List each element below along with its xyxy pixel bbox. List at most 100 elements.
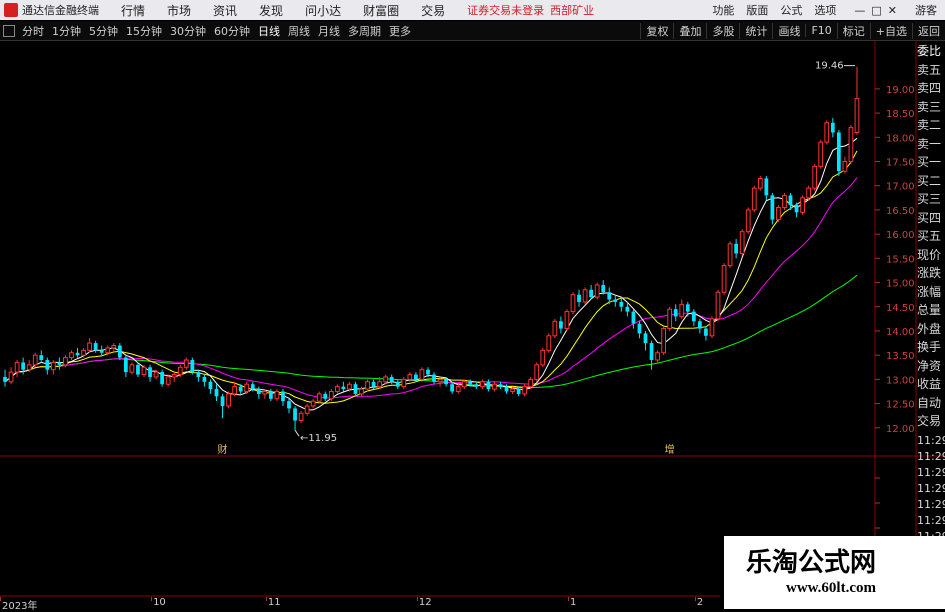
quote-field[interactable]: 买四 xyxy=(917,209,945,228)
candle-body xyxy=(824,122,830,143)
quote-field[interactable]: 卖三 xyxy=(917,98,945,117)
tick-time: 11:29 xyxy=(917,498,945,511)
options-button[interactable]: 选项 xyxy=(814,2,836,18)
quote-field[interactable]: 卖五 xyxy=(917,61,945,80)
quote-field[interactable]: 涨幅 xyxy=(917,283,945,302)
maximize-icon[interactable]: □ xyxy=(871,4,881,17)
period-tab-1min[interactable]: 1分钟 xyxy=(48,23,85,39)
y-tick-label: 16.00 xyxy=(886,230,915,241)
tool-draw[interactable]: 画线 xyxy=(772,22,805,39)
candle-body xyxy=(214,389,219,397)
app-logo-icon xyxy=(4,3,18,17)
period-tab-5min[interactable]: 5分钟 xyxy=(85,23,122,39)
candle-body xyxy=(504,386,509,392)
candle-body xyxy=(269,391,273,399)
quote-field[interactable]: 卖一 xyxy=(917,135,945,154)
menu-ask[interactable]: 问小达 xyxy=(305,2,341,19)
quote-field[interactable]: 净资 xyxy=(917,357,945,376)
tool-add-watchlist[interactable]: +自选 xyxy=(869,22,912,39)
period-tab-intraday[interactable]: 分时 xyxy=(18,23,48,39)
quote-field[interactable]: 自动 xyxy=(917,394,945,413)
period-tab-30min[interactable]: 30分钟 xyxy=(166,23,210,39)
candle-body xyxy=(401,378,407,388)
period-tab-60min[interactable]: 60分钟 xyxy=(210,23,254,39)
quote-field[interactable]: 收益 xyxy=(917,375,945,394)
candle-body xyxy=(202,376,207,382)
x-tick-mark xyxy=(151,597,153,601)
candle-body xyxy=(794,205,799,213)
candle-body xyxy=(715,291,721,320)
quote-field[interactable]: 委比 xyxy=(917,42,945,61)
chart-tools: 复权 叠加 多股 统计 画线 F10 标记 +自选 返回 xyxy=(640,21,945,40)
candle-body xyxy=(782,194,787,209)
kline-chart[interactable]: 19.46←11.95财增 19.0018.5018.0017.5017.001… xyxy=(0,0,945,609)
period-tab-weekly[interactable]: 周线 xyxy=(284,23,314,39)
layout-button[interactable]: 版面 xyxy=(746,2,768,18)
login-warning[interactable]: 证券交易未登录 xyxy=(467,2,544,18)
quote-field[interactable]: 卖四 xyxy=(917,79,945,98)
quote-field[interactable]: 买二 xyxy=(917,172,945,191)
guest-label[interactable]: 游客 xyxy=(915,2,937,18)
candle-body xyxy=(455,386,461,392)
tool-multi-stock[interactable]: 多股 xyxy=(706,22,739,39)
quote-field[interactable]: 外盘 xyxy=(917,320,945,339)
period-tab-15min[interactable]: 15分钟 xyxy=(122,23,166,39)
formula-button[interactable]: 公式 xyxy=(780,2,802,18)
chart-annotations: 19.46 ←11.95 财 增 xyxy=(218,61,855,456)
x-tick-mark xyxy=(265,597,267,601)
quote-field[interactable]: 换手 xyxy=(917,338,945,357)
menu-wealth[interactable]: 财富圈 xyxy=(363,2,399,19)
quote-field[interactable]: 交易 xyxy=(917,412,945,431)
ma20-label: MA20: 16.77 xyxy=(250,44,321,57)
period-tab-daily[interactable]: 日线 xyxy=(254,23,284,39)
ma10-line xyxy=(4,150,858,404)
candle-body xyxy=(461,381,467,388)
candle-body xyxy=(812,165,818,189)
period-tab-monthly[interactable]: 月线 xyxy=(314,23,344,39)
tool-mark[interactable]: 标记 xyxy=(836,22,870,39)
candle-body xyxy=(105,347,111,354)
title-right-area: 功能 版面 公式 选项 — □ ✕ 游客 xyxy=(712,0,945,20)
candle-body xyxy=(691,311,696,322)
quote-field[interactable]: 总量 xyxy=(917,301,945,320)
candle-body xyxy=(637,323,642,334)
close-icon[interactable]: ✕ xyxy=(888,4,897,17)
settings-icon[interactable]: ⚙ xyxy=(86,44,96,57)
tool-overlay[interactable]: 叠加 xyxy=(673,22,706,39)
candle-body xyxy=(667,308,673,330)
quote-field[interactable]: 卖二 xyxy=(917,116,945,135)
tool-f10[interactable]: F10 xyxy=(805,24,836,37)
period-tab-multi[interactable]: 多周期 xyxy=(344,23,385,39)
menu-news[interactable]: 资讯 xyxy=(213,2,237,19)
candle-body xyxy=(709,318,715,337)
tool-adjust[interactable]: 复权 xyxy=(640,22,673,39)
y-tick-label: 13.50 xyxy=(886,351,915,362)
tool-stats[interactable]: 统计 xyxy=(739,22,772,39)
quote-field[interactable]: 买一 xyxy=(917,153,945,172)
menu-trade[interactable]: 交易 xyxy=(421,2,445,19)
period-tab-more[interactable]: 更多 xyxy=(385,23,415,39)
tool-back[interactable]: 返回 xyxy=(912,22,945,39)
quote-field[interactable]: 现价 xyxy=(917,246,945,265)
x-tick-mark xyxy=(0,597,2,601)
panel-toggle-icon[interactable] xyxy=(3,24,15,37)
candle-body xyxy=(486,381,491,390)
event-marker: 增 xyxy=(665,443,675,456)
candle-body xyxy=(99,350,104,353)
menu-discover[interactable]: 发现 xyxy=(259,2,283,19)
candle-body xyxy=(437,378,443,383)
menu-quotes[interactable]: 行情 xyxy=(121,2,145,19)
candle-body xyxy=(123,357,128,373)
quote-field[interactable]: 买五 xyxy=(917,227,945,246)
candle-body xyxy=(69,352,74,359)
candle-body xyxy=(522,386,528,395)
minimize-icon[interactable]: — xyxy=(854,4,865,17)
quote-field[interactable]: 涨跌 xyxy=(917,264,945,283)
candle-body xyxy=(625,306,630,312)
indicator-toggle-icon[interactable]: ⚙ xyxy=(4,462,14,475)
function-button[interactable]: 功能 xyxy=(712,2,734,18)
menu-market[interactable]: 市场 xyxy=(167,2,191,19)
candle-body xyxy=(136,364,140,375)
ma60-label: MA60: 14.94 xyxy=(328,44,398,57)
quote-field[interactable]: 买三 xyxy=(917,190,945,209)
